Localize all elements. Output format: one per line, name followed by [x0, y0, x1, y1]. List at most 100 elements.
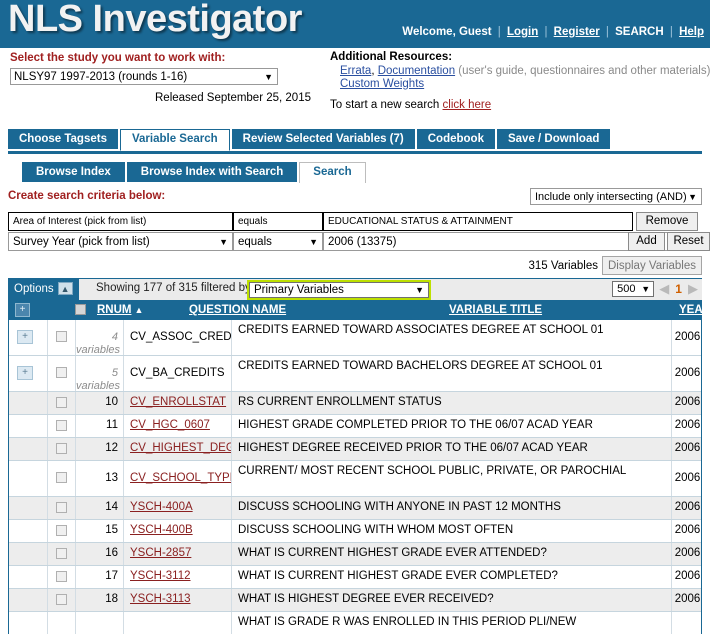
row-question-name[interactable]: YSCH-2857: [130, 543, 231, 560]
table-row[interactable]: 10 CV_ENROLLSTAT RS CURRENT ENROLLMENT S…: [9, 392, 701, 415]
row-question-name-cell[interactable]: CV_HIGHEST_DEGREE_0607: [123, 438, 231, 460]
table-row[interactable]: 18 YSCH-3113 WHAT IS HIGHEST DEGREE EVER…: [9, 589, 701, 612]
expand-row-icon[interactable]: +: [17, 330, 33, 344]
add-criteria-button[interactable]: Add: [628, 232, 665, 251]
row-select-cell[interactable]: [47, 612, 75, 634]
page-size-select[interactable]: 500 ▼: [612, 281, 655, 297]
row-checkbox[interactable]: [56, 331, 67, 342]
row-select-cell[interactable]: [47, 392, 75, 414]
reset-criteria-button[interactable]: Reset: [667, 232, 710, 251]
expand-all-icon[interactable]: +: [15, 303, 30, 317]
criteria-value-1[interactable]: EDUCATIONAL STATUS & ATTAINMENT: [323, 212, 633, 231]
row-question-name[interactable]: CV_HIGHEST_DEGREE_0607: [130, 438, 231, 455]
welcome-text: Welcome, Guest: [402, 26, 492, 38]
table-row[interactable]: 16 YSCH-2857 WHAT IS CURRENT HIGHEST GRA…: [9, 543, 701, 566]
tab-codebook[interactable]: Codebook: [416, 129, 495, 149]
row-checkbox[interactable]: [56, 367, 67, 378]
errata-link[interactable]: Errata: [340, 65, 371, 77]
criteria-operator-1[interactable]: equals: [233, 212, 323, 231]
row-question-name[interactable]: CV_HGC_0607: [130, 415, 231, 432]
table-row[interactable]: 12 CV_HIGHEST_DEGREE_0607 HIGHEST DEGREE…: [9, 438, 701, 461]
row-question-name-cell[interactable]: YSCH-400A: [123, 497, 231, 519]
subtab-browse-index-with-search[interactable]: Browse Index with Search: [126, 162, 298, 182]
row-select-cell[interactable]: [47, 589, 75, 611]
row-question-name-cell[interactable]: YSCH-2857: [123, 543, 231, 565]
column-header-variable-title[interactable]: VARIABLE TITLE: [449, 300, 542, 320]
row-question-name[interactable]: CV_SCHOOL_TYPE: [130, 461, 231, 485]
options-toggle[interactable]: Options ▲: [8, 279, 79, 300]
filter-select[interactable]: Primary Variables ▼: [249, 282, 429, 298]
table-row[interactable]: 15 YSCH-400B DISCUSS SCHOOLING WITH WHOM…: [9, 520, 701, 543]
row-select-cell[interactable]: [47, 543, 75, 565]
login-link[interactable]: Login: [507, 26, 538, 38]
row-checkbox[interactable]: [56, 420, 67, 431]
row-question-name-cell[interactable]: YSCH-3112: [123, 566, 231, 588]
table-row[interactable]: 11 CV_HGC_0607 HIGHEST GRADE COMPLETED P…: [9, 415, 701, 438]
table-row[interactable]: 17 YSCH-3112 WHAT IS CURRENT HIGHEST GRA…: [9, 566, 701, 589]
search-link[interactable]: SEARCH: [615, 26, 664, 38]
tab-choose-tagsets[interactable]: Choose Tagsets: [8, 129, 118, 149]
table-row[interactable]: + 4 variables CV_ASSOC_CREDITS CREDITS E…: [9, 320, 701, 356]
register-link[interactable]: Register: [554, 26, 600, 38]
row-checkbox[interactable]: [56, 472, 67, 483]
row-rnum-cell: 16: [75, 543, 123, 565]
row-question-name[interactable]: YSCH-400B: [130, 520, 231, 537]
table-row[interactable]: 14 YSCH-400A DISCUSS SCHOOLING WITH ANYO…: [9, 497, 701, 520]
subtab-search[interactable]: Search: [299, 162, 366, 183]
study-select[interactable]: NLSY97 1997-2013 (rounds 1-16) ▼: [10, 68, 278, 85]
row-select-cell[interactable]: [47, 497, 75, 519]
row-expand-cell[interactable]: +: [9, 320, 47, 355]
row-checkbox[interactable]: [56, 397, 67, 408]
tab-review-selected-variables[interactable]: Review Selected Variables (7): [231, 129, 415, 149]
row-question-name[interactable]: YSCH-3112: [130, 566, 231, 583]
display-variables-button[interactable]: Display Variables: [602, 256, 702, 275]
row-question-name-cell[interactable]: [123, 612, 231, 634]
row-checkbox[interactable]: [56, 548, 67, 559]
row-checkbox[interactable]: [56, 571, 67, 582]
intersect-mode-select[interactable]: Include only intersecting (AND) ▼: [530, 188, 702, 205]
row-select-cell[interactable]: [47, 320, 75, 355]
table-row[interactable]: + 5 variables CV_BA_CREDITS CREDITS EARN…: [9, 356, 701, 392]
row-question-name-cell[interactable]: CV_SCHOOL_TYPE: [123, 461, 231, 496]
chevron-up-icon[interactable]: ▲: [57, 282, 73, 296]
row-question-name-cell[interactable]: YSCH-3113: [123, 589, 231, 611]
row-select-cell[interactable]: [47, 566, 75, 588]
help-link[interactable]: Help: [679, 26, 704, 38]
row-select-cell[interactable]: [47, 438, 75, 460]
column-header-rnum[interactable]: RNUM ▲: [97, 300, 143, 320]
row-question-name[interactable]: YSCH-400A: [130, 497, 231, 514]
row-checkbox[interactable]: [56, 525, 67, 536]
next-page-icon[interactable]: ▶: [686, 281, 700, 297]
subtab-browse-index[interactable]: Browse Index: [22, 162, 125, 182]
row-expand-cell: [9, 461, 47, 496]
row-question-name-cell[interactable]: CV_HGC_0607: [123, 415, 231, 437]
row-select-cell[interactable]: [47, 461, 75, 496]
row-checkbox[interactable]: [56, 502, 67, 513]
row-select-cell[interactable]: [47, 415, 75, 437]
row-checkbox[interactable]: [56, 443, 67, 454]
row-question-name[interactable]: CV_ENROLLSTAT: [130, 392, 231, 409]
row-question-name[interactable]: YSCH-3113: [130, 589, 231, 606]
tab-save-download[interactable]: Save / Download: [496, 129, 611, 149]
row-select-cell[interactable]: [47, 356, 75, 391]
row-select-cell[interactable]: [47, 520, 75, 542]
documentation-link[interactable]: Documentation: [378, 65, 455, 77]
row-question-name-cell[interactable]: YSCH-400B: [123, 520, 231, 542]
tab-variable-search[interactable]: Variable Search: [119, 129, 230, 151]
select-all-checkbox[interactable]: [75, 304, 86, 315]
column-header-question-name[interactable]: QUESTION NAME: [189, 300, 286, 320]
criteria-field-1[interactable]: Area of Interest (pick from list): [8, 212, 233, 231]
row-question-name-cell[interactable]: CV_ENROLLSTAT: [123, 392, 231, 414]
criteria-field-2[interactable]: Survey Year (pick from list) ▼: [8, 232, 233, 251]
previous-page-icon[interactable]: ◀: [657, 281, 671, 297]
row-checkbox[interactable]: [56, 594, 67, 605]
column-header-year[interactable]: YEAR: [679, 300, 710, 320]
criteria-operator-2[interactable]: equals ▼: [233, 232, 323, 251]
row-expand-cell[interactable]: +: [9, 356, 47, 391]
click-here-link[interactable]: click here: [443, 99, 492, 111]
custom-weights-link[interactable]: Custom Weights: [340, 78, 424, 90]
table-row[interactable]: 13 CV_SCHOOL_TYPE CURRENT/ MOST RECENT S…: [9, 461, 701, 497]
table-row[interactable]: WHAT IS GRADE R WAS ENROLLED IN THIS PER…: [9, 612, 701, 634]
remove-criteria-button[interactable]: Remove: [636, 212, 698, 231]
expand-row-icon[interactable]: +: [17, 366, 33, 380]
